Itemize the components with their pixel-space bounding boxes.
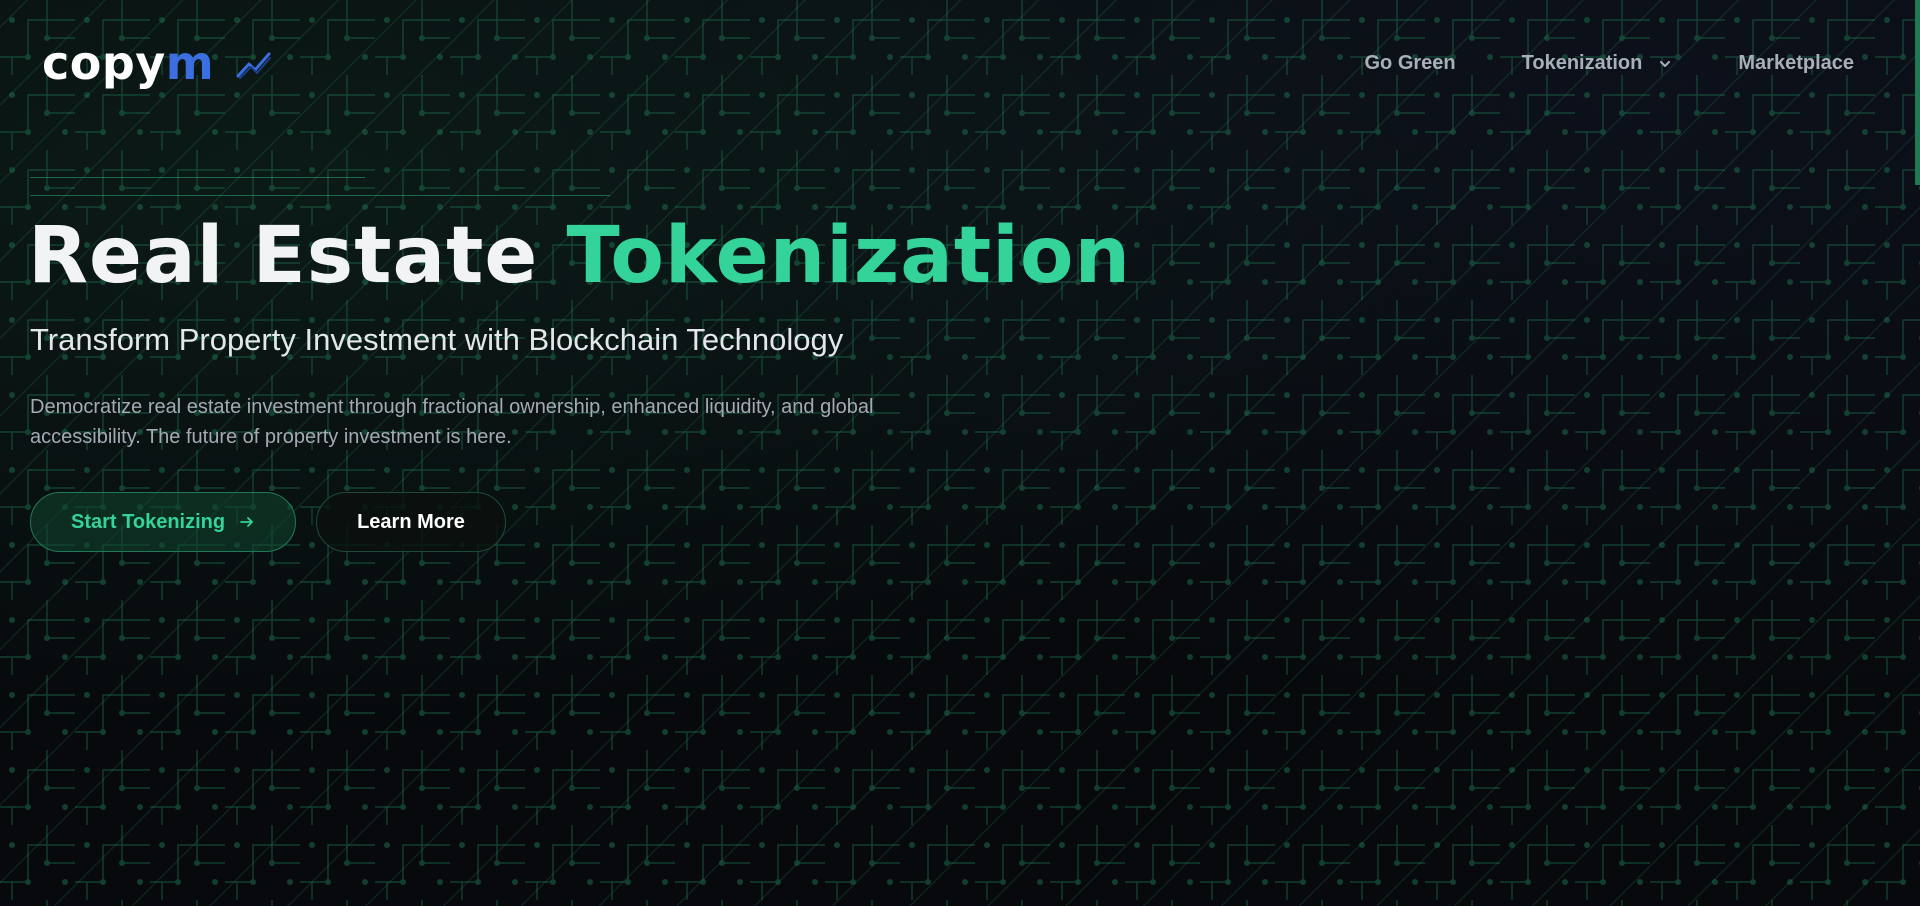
arrow-right-icon: [240, 517, 253, 527]
hero-title: Real Estate Tokenization: [28, 212, 1131, 300]
main-nav: Go Green Tokenization Marketplace: [1298, 52, 1854, 75]
hero-title-part1: Real Estate: [28, 211, 539, 301]
logo-text-main: copy: [42, 36, 166, 90]
nav-marketplace[interactable]: Marketplace: [1738, 52, 1854, 75]
nav-marketplace-label: Marketplace: [1738, 52, 1854, 74]
hero-title-part2: Tokenization: [566, 211, 1132, 301]
diagonal-lines: [0, 0, 1920, 906]
trend-line-icon: [236, 52, 272, 79]
site-header: copym Go Green Tokenization Marketplace: [0, 0, 1920, 130]
learn-more-button[interactable]: Learn More: [316, 492, 506, 552]
chevron-down-icon: [1660, 60, 1671, 67]
hero-accent-line-top: [30, 177, 365, 178]
hero-actions: Start Tokenizing Learn More: [30, 492, 506, 552]
logo-wordmark: copym: [42, 36, 214, 90]
nav-tokenization-label: Tokenization: [1521, 52, 1643, 74]
hero-description: Democratize real estate investment throu…: [30, 396, 874, 448]
nav-go-green-label: Go Green: [1364, 52, 1456, 74]
logo-text-accent: m: [165, 36, 215, 90]
hero-subtitle: Transform Property Investment with Block…: [30, 322, 844, 357]
logo[interactable]: copym: [42, 36, 272, 90]
learn-more-label: Learn More: [357, 510, 465, 533]
nav-tokenization[interactable]: Tokenization: [1522, 52, 1673, 75]
hero-accent-line-bottom: [30, 195, 610, 196]
page: copym Go Green Tokenization Marketplace …: [0, 0, 1920, 906]
start-tokenizing-label: Start Tokenizing: [71, 510, 226, 533]
start-tokenizing-button[interactable]: Start Tokenizing: [30, 492, 297, 552]
nav-go-green[interactable]: Go Green: [1364, 52, 1455, 75]
